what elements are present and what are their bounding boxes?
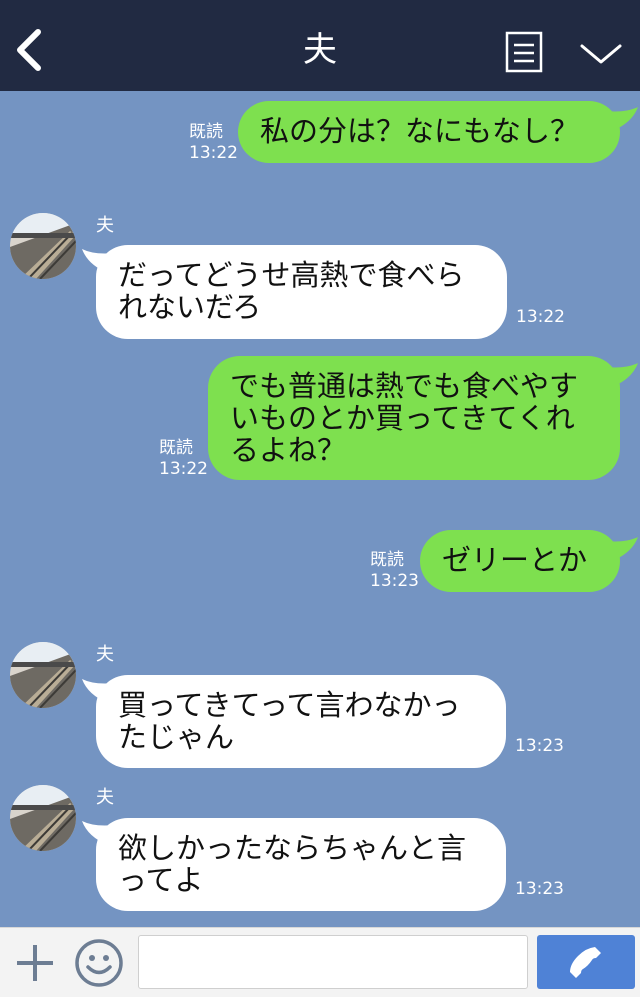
message-bubble[interactable]: 欲しかったならちゃんと言 ってよ xyxy=(96,818,506,911)
read-receipt: 既読 xyxy=(159,438,193,458)
avatar[interactable] xyxy=(10,785,76,851)
note-list-icon[interactable] xyxy=(505,31,543,73)
message-input[interactable] xyxy=(138,935,528,989)
message-bubble[interactable]: 私の分は？なにもなし？ xyxy=(238,101,620,163)
message-input-bar xyxy=(0,927,640,997)
smiley-icon[interactable] xyxy=(74,938,124,988)
message-time: 13:22 xyxy=(159,459,208,479)
sender-name: 夫 xyxy=(96,215,114,236)
message-bubble[interactable]: だってどうせ高熱で食べら れないだろ xyxy=(96,245,507,339)
read-receipt: 既読 xyxy=(370,550,404,570)
avatar[interactable] xyxy=(10,642,76,708)
call-button[interactable] xyxy=(537,935,635,989)
chat-header: 夫 xyxy=(0,0,640,91)
plus-icon[interactable] xyxy=(14,942,56,984)
message-time: 13:23 xyxy=(370,571,419,591)
sender-name: 夫 xyxy=(96,787,114,808)
message-time: 13:22 xyxy=(189,143,238,163)
avatar[interactable] xyxy=(10,213,76,279)
chevron-down-icon[interactable] xyxy=(578,38,624,68)
message-list[interactable]: 既読 13:22 私の分は？なにもなし？ 夫 だってどうせ高熱で食べら れないだ… xyxy=(0,91,640,927)
message-bubble[interactable]: でも普通は熱でも食べやす いものとか買ってきてくれ るよね？ xyxy=(208,356,620,480)
message-time: 13:23 xyxy=(515,879,564,899)
message-time: 13:22 xyxy=(516,307,565,327)
chat-title: 夫 xyxy=(303,30,337,70)
phone-icon xyxy=(570,947,601,978)
message-bubble[interactable]: 買ってきてって言わなかっ たじゃん xyxy=(96,675,506,768)
message-bubble[interactable]: ゼリーとか xyxy=(420,530,620,592)
sender-name: 夫 xyxy=(96,644,114,665)
message-time: 13:23 xyxy=(515,736,564,756)
read-receipt: 既読 xyxy=(189,122,223,142)
